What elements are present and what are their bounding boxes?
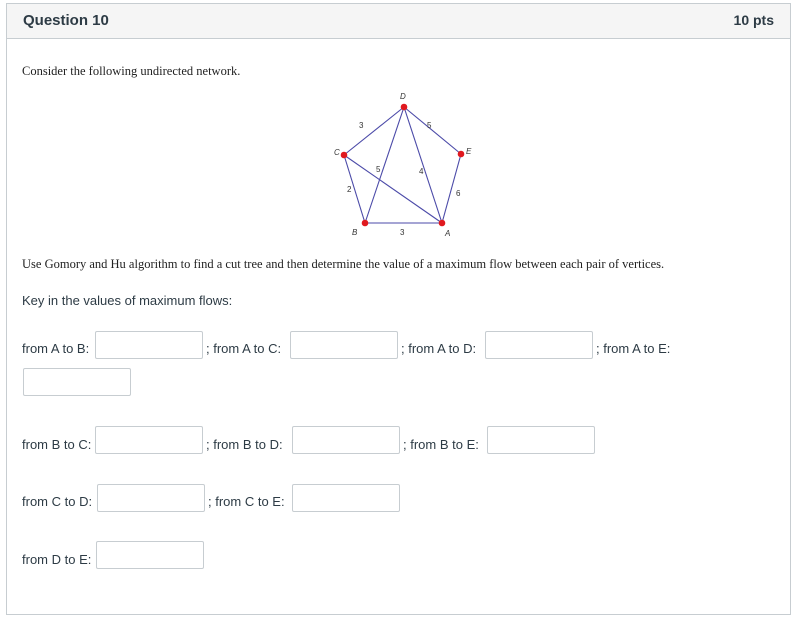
node-c [340,151,348,159]
weight-c-b: 2 [347,185,352,194]
label-c-e: ; from C to E: [208,494,285,509]
question-points: 10 pts [733,12,774,28]
node-label-a: A [444,229,450,238]
label-a-e: ; from A to E: [596,341,671,356]
node-label-b: B [352,228,358,237]
node-label-c: C [334,148,340,157]
edge-d-b [364,106,405,224]
node-label-d: D [400,92,406,101]
edge-d-a [403,106,443,224]
input-b-c[interactable] [95,426,203,454]
label-b-e: ; from B to E: [403,437,479,452]
edge-c-a [343,154,443,224]
edge-d-e [403,106,462,155]
node-label-e: E [466,147,472,156]
weight-b-a: 3 [400,228,405,237]
input-a-b[interactable] [95,331,203,359]
input-b-e[interactable] [487,426,595,454]
weight-c-d: 3 [359,121,364,130]
weight-d-b: 5 [376,165,381,174]
intro-text: Consider the following undirected networ… [22,64,241,78]
label-a-c: ; from A to C: [206,341,282,356]
label-a-d: ; from A to D: [401,341,477,356]
weight-d-a: 4 [419,167,424,176]
input-c-d[interactable] [97,484,205,512]
weight-e-a: 6 [456,189,461,198]
node-a [438,219,446,227]
input-a-c[interactable] [290,331,398,359]
label-b-c: from B to C: [22,437,92,452]
network-diagram: C D E B A 3 5 2 5 4 6 3 [334,92,472,238]
node-d [400,103,408,111]
input-b-d[interactable] [292,426,400,454]
instructions-text: Use Gomory and Hu algorithm to find a cu… [22,257,665,271]
weight-d-e: 5 [427,121,432,130]
label-c-d: from C to D: [22,494,93,509]
node-e [457,150,465,158]
input-d-e[interactable] [96,541,204,569]
node-labels: C D E B A [334,92,472,238]
label-a-b: from A to B: [22,341,90,356]
question-title: Question 10 [23,12,109,29]
node-b [361,219,369,227]
edge-c-d [343,106,405,156]
input-c-e[interactable] [292,484,400,512]
input-a-d[interactable] [485,331,593,359]
input-a-e[interactable] [23,368,131,396]
question-header: Question 10 10 pts [7,4,790,39]
key-prompt: Key in the values of maximum flows: [22,293,233,308]
label-b-d: ; from B to D: [206,437,283,452]
label-d-e: from D to E: [22,552,92,567]
